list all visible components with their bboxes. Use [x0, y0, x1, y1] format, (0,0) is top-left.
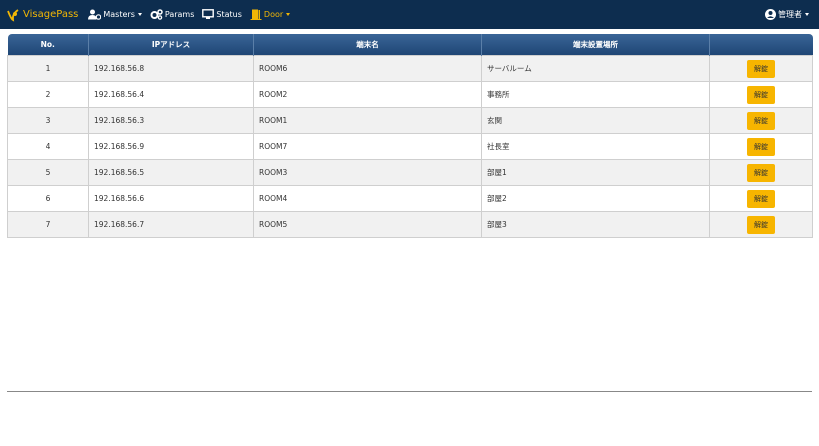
- column-header-terminal-name: 端末名: [253, 34, 482, 56]
- cell-location: 部屋3: [481, 211, 710, 238]
- cell-location: 部屋1: [481, 159, 710, 186]
- user-menu[interactable]: 管理者: [765, 0, 809, 29]
- table-body: 1 192.168.56.8 ROOM6 サーバルーム 解錠 2 192.168…: [7, 55, 813, 238]
- cell-no: 2: [7, 81, 89, 108]
- chevron-down-icon: [137, 13, 142, 16]
- unlock-button[interactable]: 解錠: [747, 215, 775, 234]
- cell-location: 社長室: [481, 133, 710, 160]
- cell-action: 解錠: [709, 81, 813, 108]
- cogs-icon: [150, 9, 163, 20]
- cell-no: 6: [7, 185, 89, 212]
- column-header-action: [709, 34, 813, 56]
- nav-door-label: Door: [263, 10, 284, 19]
- cell-no: 1: [7, 55, 89, 82]
- terminal-table: No. IPアドレス 端末名 端末設置場所 1 192.168.56.8 ROO…: [7, 34, 813, 238]
- footer-divider: [7, 391, 812, 392]
- nav-params-label: Params: [164, 10, 195, 19]
- cell-action: 解錠: [709, 159, 813, 186]
- cell-no: 4: [7, 133, 89, 160]
- table-row: 5 192.168.56.5 ROOM3 部屋1 解錠: [7, 159, 813, 186]
- cell-no: 7: [7, 211, 89, 238]
- user-circle-icon: [765, 9, 776, 20]
- table-row: 2 192.168.56.4 ROOM2 事務所 解錠: [7, 81, 813, 108]
- top-navbar: VisagePass Masters Params Status Door 管理…: [0, 0, 819, 29]
- cell-ip: 192.168.56.5: [88, 159, 254, 186]
- unlock-button[interactable]: 解錠: [747, 111, 775, 130]
- unlock-button[interactable]: 解錠: [747, 163, 775, 182]
- unlock-button[interactable]: 解錠: [747, 85, 775, 104]
- cell-location: 玄関: [481, 107, 710, 134]
- nav-masters-label: Masters: [103, 10, 135, 19]
- door-icon: [250, 9, 262, 20]
- cell-location: 事務所: [481, 81, 710, 108]
- column-header-no: No.: [7, 34, 89, 56]
- cell-terminal-name: ROOM5: [253, 211, 482, 238]
- cell-terminal-name: ROOM2: [253, 81, 482, 108]
- cell-action: 解錠: [709, 211, 813, 238]
- nav-params[interactable]: Params: [150, 9, 195, 20]
- cell-action: 解錠: [709, 107, 813, 134]
- column-header-location: 端末設置場所: [481, 34, 710, 56]
- cell-ip: 192.168.56.6: [88, 185, 254, 212]
- brand-name: VisagePass: [23, 9, 79, 20]
- nav-masters[interactable]: Masters: [88, 9, 142, 20]
- cell-terminal-name: ROOM4: [253, 185, 482, 212]
- cell-ip: 192.168.56.4: [88, 81, 254, 108]
- monitor-icon: [202, 9, 215, 19]
- cell-no: 5: [7, 159, 89, 186]
- cell-terminal-name: ROOM3: [253, 159, 482, 186]
- users-cog-icon: [88, 9, 102, 20]
- terminal-table-container: No. IPアドレス 端末名 端末設置場所 1 192.168.56.8 ROO…: [7, 34, 813, 238]
- brand[interactable]: VisagePass: [6, 8, 78, 22]
- nav-status[interactable]: Status: [202, 9, 242, 20]
- chevron-down-icon: [805, 13, 809, 16]
- cell-ip: 192.168.56.8: [88, 55, 254, 82]
- cell-ip: 192.168.56.3: [88, 107, 254, 134]
- cell-terminal-name: ROOM6: [253, 55, 482, 82]
- column-header-ip: IPアドレス: [88, 34, 254, 56]
- cell-ip: 192.168.56.7: [88, 211, 254, 238]
- unlock-button[interactable]: 解錠: [747, 59, 775, 78]
- cell-action: 解錠: [709, 133, 813, 160]
- table-row: 4 192.168.56.9 ROOM7 社長室 解錠: [7, 133, 813, 160]
- nav-status-label: Status: [216, 10, 242, 19]
- unlock-button[interactable]: 解錠: [747, 189, 775, 208]
- nav-door[interactable]: Door: [250, 9, 291, 20]
- table-row: 6 192.168.56.6 ROOM4 部屋2 解錠: [7, 185, 813, 212]
- unlock-button[interactable]: 解錠: [747, 137, 775, 156]
- cell-no: 3: [7, 107, 89, 134]
- cell-location: 部屋2: [481, 185, 710, 212]
- table-header: No. IPアドレス 端末名 端末設置場所: [7, 34, 813, 56]
- table-row: 1 192.168.56.8 ROOM6 サーバルーム 解錠: [7, 55, 813, 82]
- cell-location: サーバルーム: [481, 55, 710, 82]
- cell-ip: 192.168.56.9: [88, 133, 254, 160]
- visagepass-logo-icon: [7, 8, 19, 22]
- cell-terminal-name: ROOM1: [253, 107, 482, 134]
- table-header-row: No. IPアドレス 端末名 端末設置場所: [7, 34, 813, 56]
- cell-action: 解錠: [709, 185, 813, 212]
- cell-action: 解錠: [709, 55, 813, 82]
- cell-terminal-name: ROOM7: [253, 133, 482, 160]
- user-name: 管理者: [778, 10, 802, 19]
- table-row: 7 192.168.56.7 ROOM5 部屋3 解錠: [7, 211, 813, 238]
- chevron-down-icon: [286, 13, 291, 16]
- table-row: 3 192.168.56.3 ROOM1 玄関 解錠: [7, 107, 813, 134]
